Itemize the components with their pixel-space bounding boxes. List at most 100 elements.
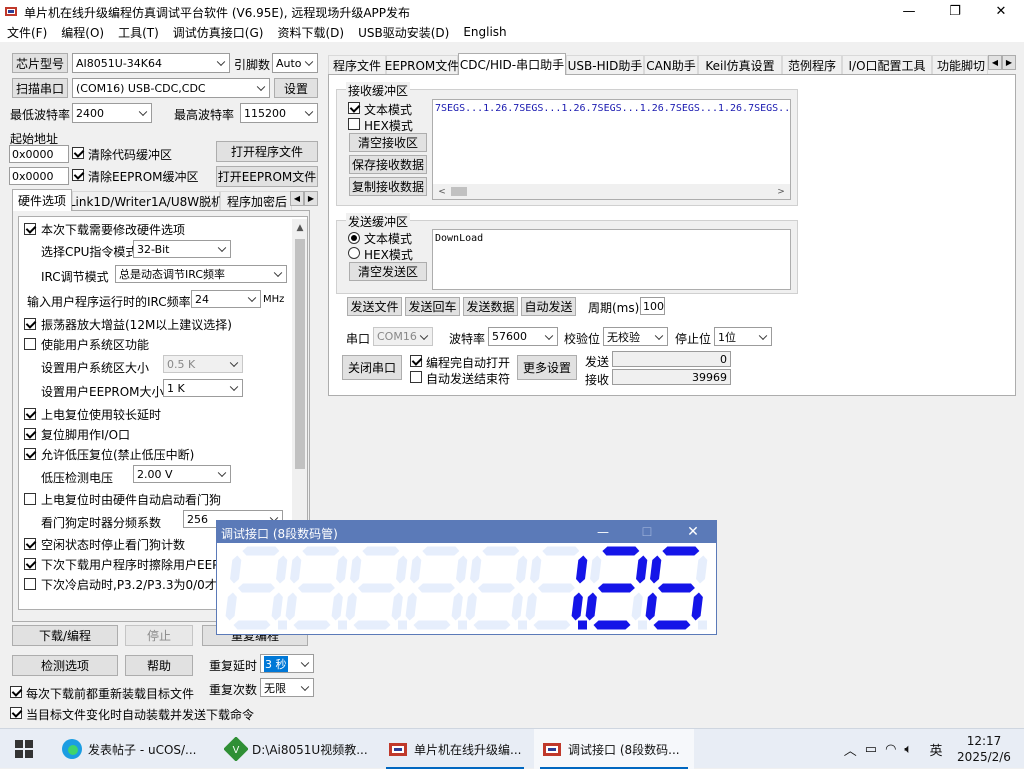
menu-usb-driver[interactable]: USB驱动安装(D) bbox=[351, 24, 456, 41]
serial-port-select[interactable]: COM16 bbox=[373, 327, 433, 346]
open-program-file-button[interactable]: 打开程序文件 bbox=[216, 141, 318, 162]
taskbar-item-isp[interactable]: 单片机在线升级编... bbox=[380, 729, 530, 769]
tab-hardware-options[interactable]: 硬件选项 bbox=[12, 189, 72, 211]
menu-english[interactable]: English bbox=[456, 25, 513, 39]
maximize-button[interactable]: ❐ bbox=[932, 0, 978, 22]
baud-rate-select[interactable]: 57600 bbox=[488, 327, 558, 346]
code-start-address-input[interactable]: 0x0000 bbox=[9, 145, 69, 163]
tab-pin-function[interactable]: 功能脚切 bbox=[932, 55, 988, 75]
save-receive-button[interactable]: 保存接收数据 bbox=[349, 155, 427, 174]
idle-stop-watchdog-checkbox[interactable] bbox=[24, 538, 36, 550]
menu-program[interactable]: 编程(O) bbox=[54, 24, 111, 41]
user-system-area-checkbox[interactable] bbox=[24, 338, 36, 350]
min-baud-select[interactable]: 2400 bbox=[72, 103, 152, 123]
start-button[interactable] bbox=[0, 729, 48, 769]
help-button[interactable]: 帮助 bbox=[125, 655, 193, 676]
seg-window-titlebar[interactable]: 调试接口 (8段数码管) — ☐ ✕ bbox=[217, 521, 716, 543]
chip-model-select[interactable]: AI8051U-34K64 bbox=[72, 53, 230, 73]
cold-start-p32-checkbox[interactable] bbox=[24, 578, 36, 590]
volume-icon[interactable]: 🔈︎ bbox=[904, 742, 912, 757]
tx-text-mode-radio[interactable] bbox=[348, 232, 360, 244]
irc-mode-select[interactable]: 总是动态调节IRC频率 bbox=[115, 265, 287, 283]
irc-frequency-input[interactable]: 24 bbox=[191, 290, 261, 308]
menu-debug[interactable]: 调试仿真接口(G) bbox=[166, 24, 271, 41]
seg-maximize-button[interactable]: ☐ bbox=[635, 521, 659, 543]
long-reset-delay-checkbox[interactable] bbox=[24, 408, 36, 420]
pin-count-select[interactable]: Auto bbox=[272, 53, 318, 73]
taskbar-item-edge[interactable]: 发表帖子 - uCOS/... bbox=[54, 729, 214, 769]
tab-usb-hid[interactable]: USB-HID助手 bbox=[566, 55, 644, 75]
check-options-button[interactable]: 检测选项 bbox=[12, 655, 118, 676]
tab-scroll-left[interactable]: ◀ bbox=[290, 191, 304, 206]
download-program-button[interactable]: 下载/编程 bbox=[12, 625, 118, 646]
send-file-button[interactable]: 发送文件 bbox=[347, 297, 402, 316]
osc-gain-checkbox[interactable] bbox=[24, 318, 36, 330]
menu-downloads[interactable]: 资料下载(D) bbox=[270, 24, 351, 41]
wifi-icon[interactable]: ◠ bbox=[885, 742, 896, 757]
tx-hex-mode-radio[interactable] bbox=[348, 247, 360, 259]
minimize-button[interactable]: — bbox=[886, 0, 932, 22]
tab-encryption[interactable]: 程序加密后 bbox=[220, 191, 292, 211]
receive-hscroll-thumb[interactable] bbox=[451, 187, 467, 196]
low-voltage-select[interactable]: 2.00 V bbox=[133, 465, 231, 483]
system-area-size-select[interactable]: 0.5 K bbox=[163, 355, 243, 373]
copy-receive-button[interactable]: 复制接收数据 bbox=[349, 177, 427, 196]
reload-before-download-checkbox[interactable] bbox=[10, 686, 22, 698]
menu-tools[interactable]: 工具(T) bbox=[111, 24, 166, 41]
tab-program-file[interactable]: 程序文件 bbox=[328, 55, 386, 75]
receive-hscrollbar[interactable]: < > bbox=[433, 184, 790, 199]
chevron-up-icon[interactable]: ︿ bbox=[844, 740, 857, 759]
port-settings-button[interactable]: 设置 bbox=[274, 78, 318, 98]
send-cr-button[interactable]: 发送回车 bbox=[405, 297, 460, 316]
port-select[interactable]: (COM16) USB-CDC,CDC bbox=[72, 78, 270, 98]
chip-type-button[interactable]: 芯片型号 bbox=[12, 53, 68, 73]
clear-eeprom-checkbox[interactable] bbox=[72, 169, 84, 181]
taskbar-item-seg-debug[interactable]: 调试接口 (8段数码... bbox=[534, 729, 694, 769]
menu-file[interactable]: 文件(F) bbox=[0, 24, 54, 41]
max-baud-select[interactable]: 115200 bbox=[240, 103, 318, 123]
repeat-count-select[interactable]: 无限 bbox=[260, 678, 314, 697]
period-input[interactable]: 100 bbox=[640, 297, 665, 315]
rx-hex-mode-checkbox[interactable] bbox=[348, 118, 360, 130]
rx-text-mode-checkbox[interactable] bbox=[348, 102, 360, 114]
stop-button[interactable]: 停止 bbox=[125, 625, 193, 646]
erase-eeprom-checkbox[interactable] bbox=[24, 558, 36, 570]
reset-pin-io-checkbox[interactable] bbox=[24, 428, 36, 440]
auto-send-button[interactable]: 自动发送 bbox=[521, 297, 576, 316]
clock[interactable]: 12:17 2025/2/6 bbox=[948, 729, 1020, 769]
tab-scroll-right[interactable]: ▶ bbox=[304, 191, 318, 206]
tab-serial-assistant[interactable]: CDC/HID-串口助手 bbox=[458, 53, 566, 75]
right-tab-scroll-left[interactable]: ◀ bbox=[988, 55, 1002, 70]
send-textarea[interactable]: DownLoad bbox=[432, 229, 791, 290]
tab-can[interactable]: CAN助手 bbox=[644, 55, 698, 75]
cpu-mode-select[interactable]: 32-Bit bbox=[133, 240, 231, 258]
tab-keil-sim[interactable]: Keil仿真设置 bbox=[698, 55, 782, 75]
eeprom-start-address-input[interactable]: 0x0000 bbox=[9, 167, 69, 185]
close-button[interactable]: ✕ bbox=[978, 0, 1024, 22]
seg-minimize-button[interactable]: — bbox=[591, 521, 615, 543]
scroll-right-icon[interactable]: > bbox=[774, 185, 788, 199]
seg-close-button[interactable]: ✕ bbox=[681, 521, 705, 543]
option-modify-hw-checkbox[interactable] bbox=[24, 223, 36, 235]
right-tab-scroll-right[interactable]: ▶ bbox=[1002, 55, 1016, 70]
open-eeprom-file-button[interactable]: 打开EEPROM文件 bbox=[216, 166, 318, 187]
clear-receive-button[interactable]: 清空接收区 bbox=[349, 133, 427, 152]
repeat-delay-select[interactable]: 3 秒 bbox=[260, 654, 314, 673]
tab-io-config[interactable]: I/O口配置工具 bbox=[842, 55, 932, 75]
send-data-button[interactable]: 发送数据 bbox=[463, 297, 518, 316]
more-settings-button[interactable]: 更多设置 bbox=[517, 355, 577, 380]
auto-watchdog-checkbox[interactable] bbox=[24, 493, 36, 505]
tab-offline-writer[interactable]: Link1D/Writer1A/U8W脱机 bbox=[69, 191, 223, 211]
taskbar-item-folder[interactable]: V D:\Ai8051U视频教... bbox=[218, 729, 376, 769]
clear-code-checkbox[interactable] bbox=[72, 147, 84, 159]
network-icon[interactable]: ▭ bbox=[865, 742, 877, 757]
parity-select[interactable]: 无校验 bbox=[603, 327, 668, 346]
scan-port-button[interactable]: 扫描串口 bbox=[12, 78, 68, 98]
auto-open-checkbox[interactable] bbox=[410, 355, 422, 367]
scroll-left-icon[interactable]: < bbox=[435, 185, 449, 199]
scrollbar-thumb[interactable] bbox=[295, 239, 305, 469]
close-port-button[interactable]: 关闭串口 bbox=[342, 355, 402, 380]
stop-bits-select[interactable]: 1位 bbox=[714, 327, 772, 346]
tab-eeprom-file[interactable]: EEPROM文件 bbox=[385, 55, 459, 75]
ime-indicator[interactable]: 英 bbox=[926, 729, 946, 769]
